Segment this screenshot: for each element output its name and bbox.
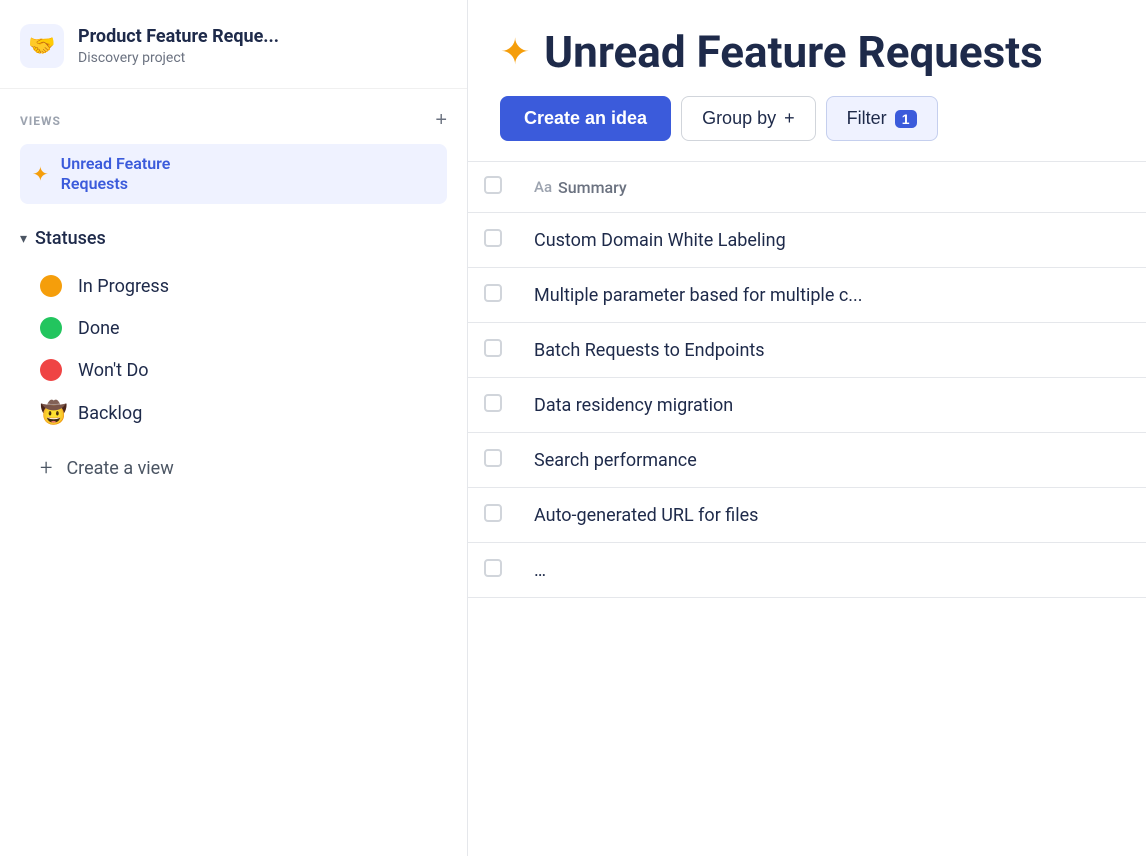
done-dot xyxy=(40,317,62,339)
filter-count-badge: 1 xyxy=(895,110,917,128)
table-row: Search performance xyxy=(468,433,1146,488)
select-all-checkbox[interactable] xyxy=(484,176,502,194)
in-progress-label: In Progress xyxy=(78,276,169,297)
row-check-cell xyxy=(468,268,518,323)
status-item-wont-do[interactable]: Won't Do xyxy=(20,349,447,391)
active-view-label: Unread FeatureRequests xyxy=(61,154,171,194)
create-view-button[interactable]: + Create a view xyxy=(20,444,447,493)
filter-label: Filter xyxy=(847,108,887,129)
summary-header-cell: Aa Summary xyxy=(518,162,1146,213)
project-subtitle: Discovery project xyxy=(78,50,279,66)
row-title-cell: Multiple parameter based for multiple c.… xyxy=(518,268,1146,323)
row-checkbox[interactable] xyxy=(484,504,502,522)
add-view-button[interactable]: + xyxy=(435,109,447,132)
sparkle-icon: ✦ xyxy=(500,31,530,73)
select-all-cell xyxy=(468,162,518,213)
row-checkbox[interactable] xyxy=(484,284,502,302)
row-title[interactable]: Search performance xyxy=(534,450,697,471)
row-title[interactable]: Multiple parameter based for multiple c.… xyxy=(534,285,862,306)
filter-button[interactable]: Filter 1 xyxy=(826,96,938,141)
table-row: Custom Domain White Labeling xyxy=(468,213,1146,268)
row-checkbox[interactable] xyxy=(484,559,502,577)
row-check-cell xyxy=(468,213,518,268)
row-title-cell: … xyxy=(518,543,1146,598)
wont-do-dot xyxy=(40,359,62,381)
statuses-section: ▾ Statuses In Progress Done Won't Do 🤠 B… xyxy=(0,212,467,493)
statuses-label: Statuses xyxy=(35,228,106,249)
row-title-cell: Search performance xyxy=(518,433,1146,488)
group-by-button[interactable]: Group by + xyxy=(681,96,816,141)
group-by-label: Group by xyxy=(702,108,776,129)
create-view-label: Create a view xyxy=(66,458,173,479)
row-title[interactable]: Custom Domain White Labeling xyxy=(534,230,786,251)
table-row: Data residency migration xyxy=(468,378,1146,433)
row-title[interactable]: Data residency migration xyxy=(534,395,733,416)
summary-type-icon: Aa xyxy=(534,178,552,196)
table-row: … xyxy=(468,543,1146,598)
row-title-cell: Data residency migration xyxy=(518,378,1146,433)
table-wrapper: Aa Summary Custom Domain White Labeling xyxy=(468,161,1146,856)
views-header: VIEWS + xyxy=(20,109,447,132)
chevron-down-icon: ▾ xyxy=(20,231,27,247)
table-body: Custom Domain White Labeling Multiple pa… xyxy=(468,213,1146,598)
table-row: Auto-generated URL for files xyxy=(468,488,1146,543)
sidebar: 🤝 Product Feature Reque... Discovery pro… xyxy=(0,0,468,856)
ideas-table: Aa Summary Custom Domain White Labeling xyxy=(468,162,1146,598)
project-icon: 🤝 xyxy=(20,24,64,68)
row-check-cell xyxy=(468,378,518,433)
summary-header-text: Summary xyxy=(558,178,627,197)
row-title[interactable]: Batch Requests to Endpoints xyxy=(534,340,765,361)
views-label: VIEWS xyxy=(20,114,61,128)
row-title-cell: Custom Domain White Labeling xyxy=(518,213,1146,268)
summary-column-header: Aa Summary xyxy=(534,178,1130,197)
wont-do-label: Won't Do xyxy=(78,360,149,381)
table-header: Aa Summary xyxy=(468,162,1146,213)
row-title[interactable]: … xyxy=(534,560,546,581)
table-row: Batch Requests to Endpoints xyxy=(468,323,1146,378)
table-row: Multiple parameter based for multiple c.… xyxy=(468,268,1146,323)
views-section: VIEWS + ✦ Unread FeatureRequests xyxy=(0,89,467,212)
project-title: Product Feature Reque... xyxy=(78,26,279,48)
row-title[interactable]: Auto-generated URL for files xyxy=(534,505,758,526)
row-check-cell xyxy=(468,323,518,378)
active-view-sparkle-icon: ✦ xyxy=(32,162,49,186)
done-label: Done xyxy=(78,318,120,339)
row-checkbox[interactable] xyxy=(484,339,502,357)
backlog-emoji-icon: 🤠 xyxy=(40,401,62,426)
main-content: ✦ Unread Feature Requests Create an idea… xyxy=(468,0,1146,856)
project-info: Product Feature Reque... Discovery proje… xyxy=(78,26,279,66)
page-title-row: ✦ Unread Feature Requests xyxy=(500,28,1114,76)
row-title-cell: Batch Requests to Endpoints xyxy=(518,323,1146,378)
statuses-toggle[interactable]: ▾ Statuses xyxy=(20,228,447,249)
row-check-cell xyxy=(468,488,518,543)
in-progress-dot xyxy=(40,275,62,297)
create-view-plus-icon: + xyxy=(40,456,52,481)
row-title-cell: Auto-generated URL for files xyxy=(518,488,1146,543)
status-item-backlog[interactable]: 🤠 Backlog xyxy=(20,391,447,436)
row-check-cell xyxy=(468,433,518,488)
page-title: Unread Feature Requests xyxy=(544,28,1043,76)
create-idea-button[interactable]: Create an idea xyxy=(500,96,671,141)
row-checkbox[interactable] xyxy=(484,229,502,247)
backlog-label: Backlog xyxy=(78,403,142,424)
status-item-in-progress[interactable]: In Progress xyxy=(20,265,447,307)
row-checkbox[interactable] xyxy=(484,394,502,412)
status-item-done[interactable]: Done xyxy=(20,307,447,349)
main-header: ✦ Unread Feature Requests Create an idea… xyxy=(468,0,1146,161)
group-by-plus-icon: + xyxy=(784,108,795,129)
row-check-cell xyxy=(468,543,518,598)
sidebar-header: 🤝 Product Feature Reque... Discovery pro… xyxy=(0,0,467,89)
row-checkbox[interactable] xyxy=(484,449,502,467)
toolbar: Create an idea Group by + Filter 1 xyxy=(500,96,1114,141)
active-view-item[interactable]: ✦ Unread FeatureRequests xyxy=(20,144,447,204)
